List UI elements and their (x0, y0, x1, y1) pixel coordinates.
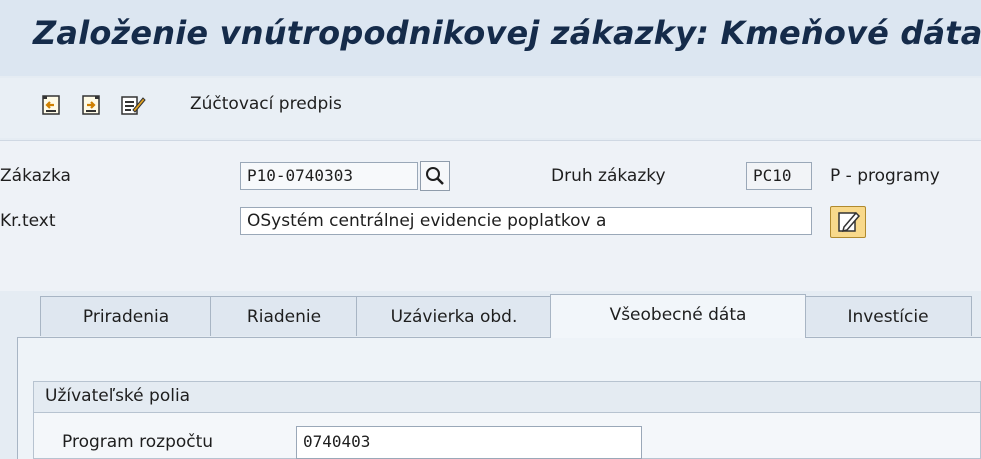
user-fields-title: Užívateľské polia (45, 386, 191, 406)
edit-settlement-icon[interactable] (120, 94, 146, 116)
edit-text-icon (838, 211, 861, 233)
search-icon (426, 167, 444, 185)
short-text-label: Kr.text (0, 211, 56, 231)
search-help-button[interactable] (420, 161, 450, 191)
application-toolbar (0, 78, 981, 138)
tab-period-closing[interactable]: Uzávierka obd. (356, 296, 552, 336)
order-label: Zákazka (0, 166, 71, 186)
tab-general-data[interactable]: Všeobecné dáta (550, 294, 806, 338)
tab-control[interactable]: Riadenie (210, 296, 358, 336)
budget-program-label: Program rozpočtu (62, 432, 214, 452)
page-title: Založenie vnútropodnikovej zákazky: Kmeň… (33, 14, 981, 52)
short-text-field[interactable]: OSystém centrálnej evidencie poplatkov a (240, 207, 812, 235)
order-type-description: P - programy (830, 166, 940, 186)
order-type-field: PC10 (746, 162, 812, 190)
previous-record-icon[interactable] (40, 94, 62, 116)
next-record-icon[interactable] (80, 94, 102, 116)
budget-program-field[interactable]: 0740403 (296, 426, 642, 459)
order-type-label: Druh zákazky (551, 166, 666, 186)
edit-long-text-button[interactable] (830, 206, 866, 238)
tab-assignments[interactable]: Priradenia (40, 296, 212, 336)
tab-investments[interactable]: Investície (804, 296, 972, 336)
settlement-rule-button[interactable]: Zúčtovací predpis (190, 94, 342, 114)
order-field[interactable]: P10-0740303 (240, 162, 418, 190)
